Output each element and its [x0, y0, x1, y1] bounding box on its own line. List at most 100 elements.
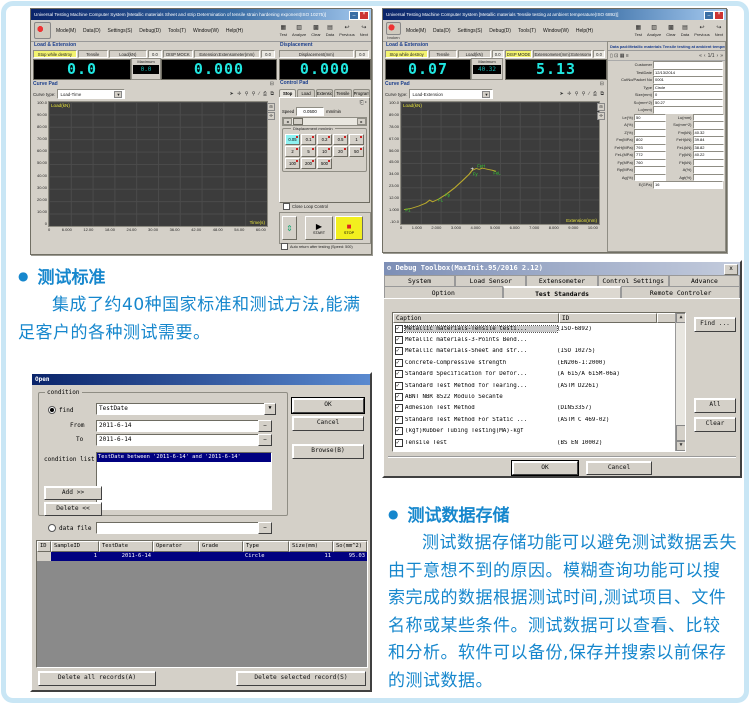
checkbox-checked-icon[interactable]: ✓ [395, 404, 403, 412]
debug-tab[interactable]: Advance [669, 275, 740, 286]
field-input[interactable]: 12/13/2014 [653, 69, 723, 77]
table-column-header[interactable]: SampleID [51, 541, 99, 552]
speed-preset-button[interactable]: 200 [301, 158, 316, 169]
menu-item[interactable]: Data(D) [433, 28, 451, 34]
speed-preset-button[interactable]: 500 [317, 158, 332, 169]
minimize-button[interactable]: _ [349, 11, 359, 20]
plot-zoom-buttons[interactable]: ⊞✣ [267, 103, 275, 120]
toolbar-button[interactable]: ▥ Analyze [647, 25, 661, 37]
scroll-down-icon[interactable]: ▼ [676, 441, 686, 451]
speed-input[interactable]: 0.0500 [296, 107, 324, 116]
close-button[interactable]: x [724, 264, 738, 275]
curve-type-select[interactable]: Load-Extension ▼ [409, 89, 493, 99]
ok-button[interactable]: OK [292, 398, 364, 413]
debug-tab[interactable]: Option [384, 286, 503, 298]
find-radio[interactable]: find [48, 406, 73, 414]
add-button[interactable]: Add >> [44, 486, 102, 500]
field-input[interactable]: 38.82 [693, 144, 725, 152]
standard-row[interactable]: ✓ (kgf)Rubber Tubing Testing(MA)-kgf [393, 426, 685, 437]
checkbox-checked-icon[interactable]: ✓ [395, 347, 403, 355]
field-input[interactable]: 16 [653, 181, 723, 189]
condition-list-selected-row[interactable]: TestDate between '2011-6-14' and '2011-6… [97, 453, 271, 462]
field-input[interactable]: 772 [634, 151, 666, 159]
toolbar-button[interactable]: ▦ Test [280, 25, 287, 37]
field-input[interactable]: 0 [653, 91, 723, 99]
to-browse-button[interactable]: … [258, 434, 272, 446]
curve-pad-window-icons[interactable]: ⊟ [600, 81, 605, 87]
menu-item[interactable]: Window(W) [193, 28, 219, 34]
menu-item[interactable]: Window(W) [543, 28, 569, 34]
toolbar-button[interactable]: ▩ Clear [311, 25, 321, 37]
field-input[interactable] [693, 121, 725, 129]
data-file-browse-button[interactable]: … [258, 522, 272, 534]
field-input[interactable]: 50 [634, 114, 666, 122]
speed-preset-button[interactable]: 1 [349, 134, 364, 145]
standard-row[interactable]: ✓ Concrete-Compressive strength (EN206-1… [393, 357, 685, 368]
speed-preset-button[interactable]: 100 [285, 158, 300, 169]
standard-row[interactable]: ✓ ABNT NBR 8522 Modulo Secante [393, 391, 685, 402]
toolbar-button[interactable]: ↪ Next [360, 25, 368, 37]
curve-toolbar-icons[interactable]: ➤ ✛ ⚲ ⚲ ∕ ⎙ ⧉ [560, 91, 605, 97]
toolbar-button[interactable]: ▥ Analyze [292, 25, 306, 37]
nav-next-icon[interactable]: › [717, 53, 719, 59]
delete-button[interactable]: Delete << [44, 502, 102, 516]
standard-row[interactable]: ✓ Metallic materials-Sheet and str... (I… [393, 346, 685, 357]
minimize-button[interactable]: _ [704, 11, 714, 20]
checkbox-checked-icon[interactable]: ✓ [395, 359, 403, 367]
toolbar-button[interactable]: ↪ Next [715, 25, 723, 37]
debug-tab[interactable]: Control Settings [598, 275, 669, 286]
chevron-down-icon[interactable]: ▼ [264, 403, 276, 415]
ok-button[interactable]: OK [512, 461, 578, 475]
list-scrollbar[interactable]: ▲ ▼ [675, 313, 685, 451]
checkbox-checked-icon[interactable]: ✓ [395, 370, 403, 378]
speed-preset-button[interactable]: 0.2 [317, 134, 332, 145]
chevron-down-icon[interactable]: ▼ [482, 91, 490, 98]
menu-item[interactable]: Tools(T) [168, 28, 186, 34]
menu-item[interactable]: Help(H) [576, 28, 593, 34]
speed-preset-button[interactable]: 2 [285, 146, 300, 157]
speed-slider[interactable]: ◂ ▸ [282, 117, 367, 126]
menu-item[interactable]: Data(D) [83, 28, 101, 34]
find-field-select[interactable]: TestDate [96, 403, 268, 415]
menu-item[interactable]: Debug(D) [139, 28, 161, 34]
menu-item[interactable]: Settings(S) [458, 28, 483, 34]
column-caption[interactable]: Caption [393, 313, 559, 323]
table-column-header[interactable]: TestDate [99, 541, 153, 552]
field-input[interactable] [634, 129, 666, 137]
all-button[interactable]: All [694, 398, 736, 413]
checkbox-checked-icon[interactable]: ✓ [395, 393, 403, 401]
field-input[interactable] [634, 121, 666, 129]
standard-row[interactable]: ✓ Adhesion Test Method (DIN53357) [393, 403, 685, 414]
toolbar-button[interactable]: ▤ Data [681, 25, 689, 37]
to-input[interactable]: 2011-6-14 [96, 434, 262, 446]
checkbox-checked-icon[interactable]: ✓ [395, 416, 403, 424]
speed-preset-button[interactable]: 0.05 [285, 134, 300, 145]
toolbar-button[interactable]: ↩ Previous [694, 25, 710, 37]
slider-right-arrow[interactable]: ▸ [357, 118, 366, 125]
toolbar-button[interactable]: ▩ Clear [666, 25, 676, 37]
nav-last-icon[interactable]: » [720, 53, 723, 59]
field-input[interactable]: 0001 [653, 76, 723, 84]
browse-button[interactable]: Browse(B) [292, 444, 364, 459]
table-column-header[interactable]: Type [243, 541, 289, 552]
toolbar-button[interactable]: ↩ Previous [339, 25, 355, 37]
from-input[interactable]: 2011-6-14 [96, 420, 262, 432]
field-input[interactable] [653, 106, 723, 114]
scroll-thumb[interactable] [676, 425, 686, 441]
menu-item[interactable]: Settings(S) [108, 28, 133, 34]
standard-row[interactable]: ✓ Metallic materials-3-Points Bend... [393, 334, 685, 345]
field-input[interactable]: 802 [634, 136, 666, 144]
table-column-header[interactable]: Size(mm) [289, 541, 333, 552]
checkbox-checked-icon[interactable]: ✓ [395, 325, 403, 333]
field-input[interactable] [693, 114, 725, 122]
curve-pad-window-icons[interactable]: ⊟ [270, 81, 275, 87]
close-button[interactable]: × [359, 11, 369, 20]
standard-row[interactable]: ✓ Standard Specification for Defor... (A… [393, 369, 685, 380]
field-input[interactable]: 793 [634, 144, 666, 152]
menu-item[interactable]: Help(H) [226, 28, 243, 34]
data-file-radio[interactable]: data file [48, 524, 92, 532]
data-pad-tool-icons[interactable]: ▯ ⊡ ▦ ≡ [610, 53, 629, 59]
speed-preset-button[interactable]: 5 [301, 146, 316, 157]
debug-tab[interactable]: Test Standards [503, 286, 622, 298]
plot-zoom-buttons[interactable]: ⊞✣ [597, 103, 605, 120]
